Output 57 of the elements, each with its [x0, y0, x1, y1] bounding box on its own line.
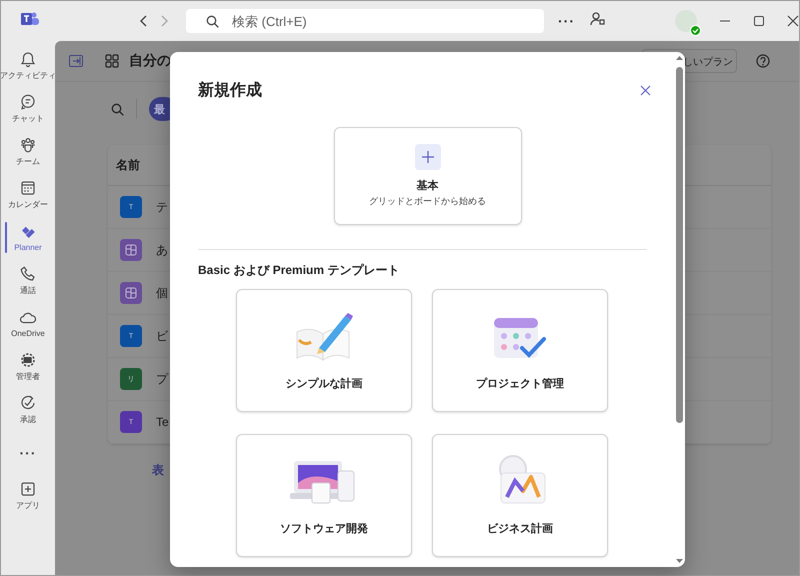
phone-icon: [19, 265, 37, 283]
calendar-icon: [19, 179, 37, 197]
plan-name[interactable]: テ: [156, 198, 168, 216]
plan-name[interactable]: Te: [156, 415, 169, 429]
plan-name[interactable]: ビ: [156, 328, 168, 344]
nav-item[interactable]: チーム: [1, 130, 55, 173]
search-field[interactable]: 検索 (Ctrl+E): [186, 9, 544, 33]
nav-item[interactable]: 管理者: [1, 345, 55, 388]
plan-name[interactable]: あ: [156, 242, 168, 258]
scrollbar[interactable]: [675, 55, 684, 564]
bell-icon: [19, 50, 37, 68]
refresh-check-icon: [19, 394, 37, 412]
column-header[interactable]: 名前: [116, 156, 140, 174]
dialog-title: 新規作成: [198, 80, 262, 101]
template-card[interactable]: ソフトウェア開発: [236, 434, 412, 557]
nav-item[interactable]: 通話: [1, 259, 55, 302]
card-title: 基本: [416, 178, 438, 193]
available-status-icon: [690, 25, 701, 36]
search-icon: [206, 15, 219, 28]
template-name: ビジネス計画: [487, 522, 553, 536]
nav-item[interactable]: アクティビティ: [1, 44, 55, 87]
close-icon[interactable]: [787, 15, 799, 27]
sidebar-toggle-icon[interactable]: [69, 55, 83, 67]
scroll-down-icon[interactable]: [676, 558, 683, 564]
more-options-button[interactable]: ···: [558, 13, 575, 29]
plan-name[interactable]: 個: [156, 284, 168, 302]
template-card[interactable]: ビジネス計画: [432, 434, 608, 557]
maximize-icon[interactable]: [753, 15, 765, 27]
help-icon[interactable]: [756, 54, 770, 68]
search-icon[interactable]: [111, 102, 124, 116]
close-icon: [640, 85, 651, 96]
template-name: プロジェクト管理: [476, 376, 564, 391]
nav-item[interactable]: アプリ: [1, 474, 55, 517]
scroll-up-icon[interactable]: [676, 55, 683, 61]
nav-item[interactable]: OneDrive: [1, 302, 55, 345]
back-icon[interactable]: [139, 14, 149, 28]
template-card[interactable]: プロジェクト管理: [432, 289, 608, 412]
blank-plan-card[interactable]: 基本 グリッドとボードから始める: [334, 127, 522, 225]
nav-item[interactable]: 承認: [1, 388, 55, 431]
grid-icon: [105, 54, 119, 68]
nav-item[interactable]: Planner: [1, 216, 55, 259]
people-icon: [19, 136, 37, 154]
card-subtitle: グリッドとボードから始める: [369, 195, 486, 208]
nav-item[interactable]: カレンダー: [1, 173, 55, 216]
page-title: 自分の: [129, 52, 171, 70]
plan-name[interactable]: プ: [156, 370, 168, 388]
chat-icon: [19, 93, 37, 111]
template-card[interactable]: シンプルな計画: [236, 289, 412, 412]
teams-logo-icon: [21, 10, 39, 26]
template-name: シンプルな計画: [286, 376, 362, 391]
more-apps-button[interactable]: ···: [1, 431, 55, 474]
section-heading: Basic および Premium テンプレート: [198, 262, 400, 279]
plus-square-icon: [19, 480, 37, 498]
template-name: ソフトウェア開発: [280, 522, 368, 536]
close-button[interactable]: [640, 85, 651, 96]
nav-item[interactable]: チャット: [1, 87, 55, 130]
plus-icon: [414, 144, 440, 170]
